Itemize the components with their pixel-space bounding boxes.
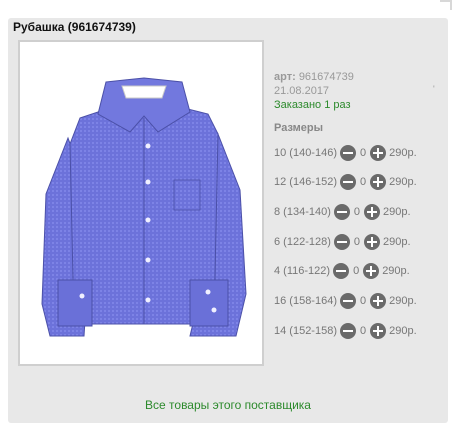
size-price: 290р. bbox=[382, 265, 410, 277]
product-date: 21.08.2017 bbox=[274, 85, 330, 97]
all-supplier-products-link[interactable]: Все товары этого поставщика bbox=[0, 398, 456, 412]
size-label: 10 (140-146) bbox=[274, 147, 337, 159]
minus-icon[interactable] bbox=[340, 293, 356, 309]
size-row: 14 (152-158) 0 290р. bbox=[274, 322, 417, 340]
product-meta: арт: 961674739 21.08.2017 Заказано 1 раз bbox=[274, 70, 354, 112]
plus-icon[interactable] bbox=[370, 174, 387, 190]
plus-icon[interactable] bbox=[364, 204, 380, 220]
shirt-image bbox=[41, 77, 247, 337]
plus-icon[interactable] bbox=[370, 145, 387, 161]
product-photo-frame[interactable] bbox=[18, 40, 264, 366]
minus-icon[interactable] bbox=[340, 323, 356, 339]
size-row: 10 (140-146) 0 290р. bbox=[274, 144, 417, 162]
size-row: 8 (134-140) 0 290р. bbox=[274, 203, 411, 221]
minus-icon[interactable] bbox=[333, 204, 350, 220]
quantity-value: 0 bbox=[360, 147, 367, 159]
quantity-value: 0 bbox=[353, 236, 360, 248]
size-row: 16 (158-164) 0 290р. bbox=[274, 292, 417, 310]
corner-decoration bbox=[440, 0, 452, 10]
plus-icon[interactable] bbox=[364, 234, 380, 250]
minus-icon[interactable] bbox=[333, 234, 350, 250]
size-price: 290р. bbox=[389, 176, 417, 188]
sizes-heading: Размеры bbox=[274, 122, 324, 134]
minus-icon[interactable] bbox=[340, 174, 356, 190]
size-price: 290р. bbox=[383, 236, 411, 248]
size-label: 8 (134-140) bbox=[274, 206, 331, 218]
article-value: 961674739 bbox=[298, 71, 354, 83]
tick-mark: ' bbox=[433, 84, 435, 94]
size-price: 290р. bbox=[389, 147, 417, 159]
size-label: 6 (122-128) bbox=[274, 236, 331, 248]
size-price: 290р. bbox=[389, 325, 417, 337]
article-label: арт: bbox=[274, 71, 296, 83]
size-row: 6 (122-128) 0 290р. bbox=[274, 233, 411, 251]
plus-icon[interactable] bbox=[363, 263, 380, 279]
size-row: 4 (116-122) 0 290р. bbox=[274, 262, 410, 280]
quantity-value: 0 bbox=[360, 176, 367, 188]
minus-icon[interactable] bbox=[333, 263, 350, 279]
quantity-value: 0 bbox=[360, 325, 367, 337]
order-count: Заказано 1 раз bbox=[274, 99, 351, 111]
plus-icon[interactable] bbox=[370, 323, 387, 339]
size-price: 290р. bbox=[389, 295, 417, 307]
size-label: 14 (152-158) bbox=[274, 325, 337, 337]
product-title: Рубашка (961674739) bbox=[13, 20, 136, 34]
product-photo[interactable] bbox=[24, 46, 258, 360]
size-label: 16 (158-164) bbox=[274, 295, 337, 307]
size-row: 12 (146-152) 0 290р. bbox=[274, 173, 417, 191]
quantity-value: 0 bbox=[353, 265, 360, 277]
quantity-value: 0 bbox=[353, 206, 360, 218]
minus-icon[interactable] bbox=[340, 145, 356, 161]
plus-icon[interactable] bbox=[370, 293, 387, 309]
article-line: арт: 961674739 bbox=[274, 70, 354, 84]
size-label: 4 (116-122) bbox=[274, 265, 331, 277]
size-label: 12 (146-152) bbox=[274, 176, 337, 188]
quantity-value: 0 bbox=[360, 295, 367, 307]
size-price: 290р. bbox=[383, 206, 411, 218]
